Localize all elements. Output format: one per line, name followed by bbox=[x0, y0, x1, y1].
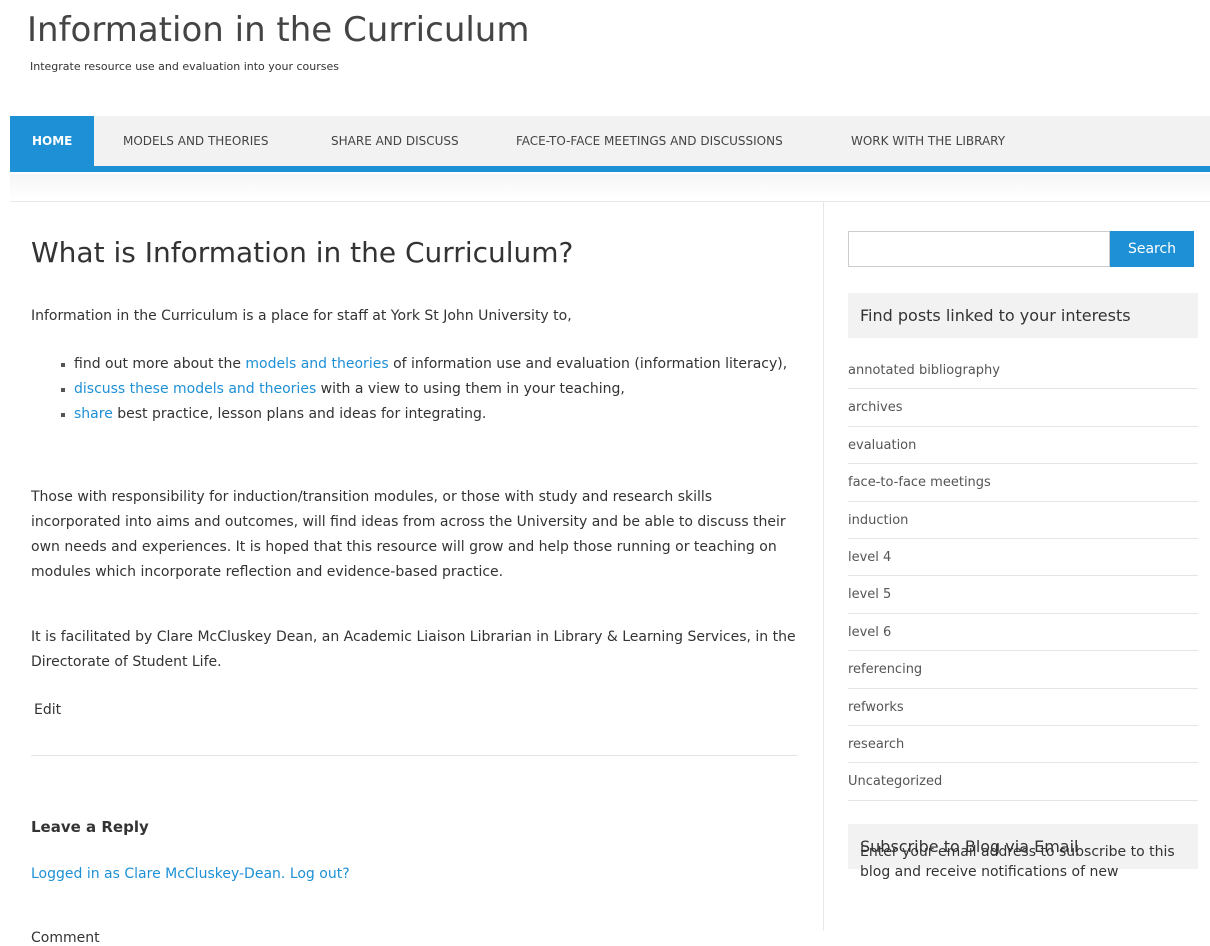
nav-item-face-to-face-meetings[interactable]: FACE-TO-FACE MEETINGS AND DISCUSSIONS bbox=[516, 116, 783, 166]
site-tagline: Integrate resource use and evaluation in… bbox=[30, 60, 340, 73]
site-title[interactable]: Information in the Curriculum bbox=[27, 10, 529, 50]
nav-accent-bar bbox=[10, 166, 1210, 172]
edit-link[interactable]: Edit bbox=[34, 702, 61, 718]
bullet-text: find out more about the bbox=[74, 356, 246, 372]
share-link[interactable]: share bbox=[74, 406, 113, 422]
category-link[interactable]: archives bbox=[848, 389, 1198, 427]
category-link[interactable]: evaluation bbox=[848, 427, 1198, 465]
category-link[interactable]: level 5 bbox=[848, 576, 1198, 614]
discuss-models-link[interactable]: discuss these models and theories bbox=[74, 381, 316, 397]
bullet-text: with a view to using them in your teachi… bbox=[316, 381, 625, 397]
content-separator bbox=[31, 755, 798, 756]
main-navigation: HOME MODELS AND THEORIES SHARE AND DISCU… bbox=[10, 116, 1210, 172]
category-link[interactable]: level 6 bbox=[848, 614, 1198, 652]
models-and-theories-link[interactable]: models and theories bbox=[245, 356, 388, 372]
category-link[interactable]: research bbox=[848, 726, 1198, 764]
category-link[interactable]: refworks bbox=[848, 689, 1198, 726]
page-title: What is Information in the Curriculum? bbox=[31, 236, 574, 269]
bullet-text: of information use and evaluation (infor… bbox=[388, 356, 788, 372]
nav-item-home[interactable]: HOME bbox=[10, 116, 95, 166]
category-link[interactable]: referencing bbox=[848, 651, 1198, 689]
main-content: What is Information in the Curriculum? I… bbox=[31, 236, 801, 946]
sidebar-divider bbox=[823, 201, 824, 931]
interests-widget-title: Find posts linked to your interests bbox=[848, 293, 1198, 338]
bullet-square-icon bbox=[61, 388, 65, 392]
intro-paragraph: Information in the Curriculum is a place… bbox=[31, 308, 572, 324]
facilitator-paragraph: It is facilitated by Clare McCluskey Dea… bbox=[31, 629, 796, 670]
comment-label: Comment bbox=[31, 930, 100, 946]
list-item: find out more about the models and theor… bbox=[61, 352, 794, 377]
logged-in-user-link[interactable]: Logged in as Clare McCluskey-Dean. bbox=[31, 866, 285, 882]
nav-item-work-with-the-library[interactable]: WORK WITH THE LIBRARY bbox=[851, 116, 1005, 166]
nav-item-models-and-theories[interactable]: MODELS AND THEORIES bbox=[123, 116, 268, 166]
header-shadow bbox=[10, 174, 1210, 200]
search-input[interactable] bbox=[848, 231, 1110, 267]
category-link[interactable]: Uncategorized bbox=[848, 763, 1198, 801]
list-item: discuss these models and theories with a… bbox=[61, 377, 794, 402]
logged-in-notice: Logged in as Clare McCluskey-Dean. Log o… bbox=[31, 866, 350, 882]
content-top-divider bbox=[10, 201, 1210, 202]
bullet-square-icon bbox=[61, 413, 65, 417]
bullet-text: best practice, lesson plans and ideas fo… bbox=[112, 406, 487, 422]
leave-reply-heading: Leave a Reply bbox=[31, 818, 149, 836]
bullet-list: find out more about the models and theor… bbox=[31, 352, 794, 427]
bullet-square-icon bbox=[61, 363, 65, 367]
subscribe-description: Enter your email address to subscribe to… bbox=[860, 844, 1175, 880]
category-link[interactable]: induction bbox=[848, 502, 1198, 539]
search-button[interactable]: Search bbox=[1110, 231, 1194, 267]
category-link[interactable]: annotated bibliography bbox=[848, 352, 1198, 390]
category-list: annotated bibliography archives evaluati… bbox=[848, 352, 1198, 801]
category-link[interactable]: face-to-face meetings bbox=[848, 464, 1198, 502]
body-paragraph: Those with responsibility for induction/… bbox=[31, 489, 786, 580]
nav-item-share-and-discuss[interactable]: SHARE AND DISCUSS bbox=[331, 116, 459, 166]
logout-link[interactable]: Log out? bbox=[290, 866, 350, 882]
list-item: share best practice, lesson plans and id… bbox=[61, 402, 794, 427]
category-link[interactable]: level 4 bbox=[848, 539, 1198, 577]
